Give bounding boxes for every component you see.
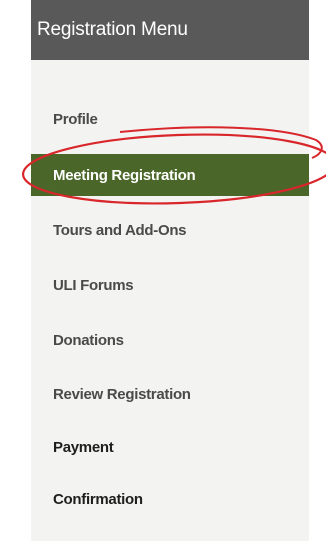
menu-item-label: Review Registration xyxy=(53,385,191,403)
menu-item-label: Profile xyxy=(53,110,98,128)
menu-item-review-registration[interactable]: Review Registration xyxy=(31,373,309,415)
menu-item-tours-and-add-ons[interactable]: Tours and Add-Ons xyxy=(31,209,309,251)
menu-item-label: Tours and Add-Ons xyxy=(53,221,187,239)
menu-item-uli-forums[interactable]: ULI Forums xyxy=(31,264,309,306)
registration-menu: Registration Menu Profile Meeting Regist… xyxy=(31,0,309,541)
menu-title: Registration Menu xyxy=(37,19,188,40)
menu-item-label: Payment xyxy=(53,438,114,456)
menu-item-label: ULI Forums xyxy=(53,276,134,294)
menu-item-donations[interactable]: Donations xyxy=(31,319,309,361)
menu-item-confirmation[interactable]: Confirmation xyxy=(31,478,309,520)
menu-item-label: Confirmation xyxy=(53,490,143,508)
menu-item-label: Meeting Registration xyxy=(53,166,196,184)
menu-header: Registration Menu xyxy=(31,0,309,60)
menu-item-label: Donations xyxy=(53,331,124,349)
menu-item-payment[interactable]: Payment xyxy=(31,426,309,468)
menu-item-meeting-registration[interactable]: Meeting Registration xyxy=(31,154,309,196)
menu-item-profile[interactable]: Profile xyxy=(31,98,309,140)
